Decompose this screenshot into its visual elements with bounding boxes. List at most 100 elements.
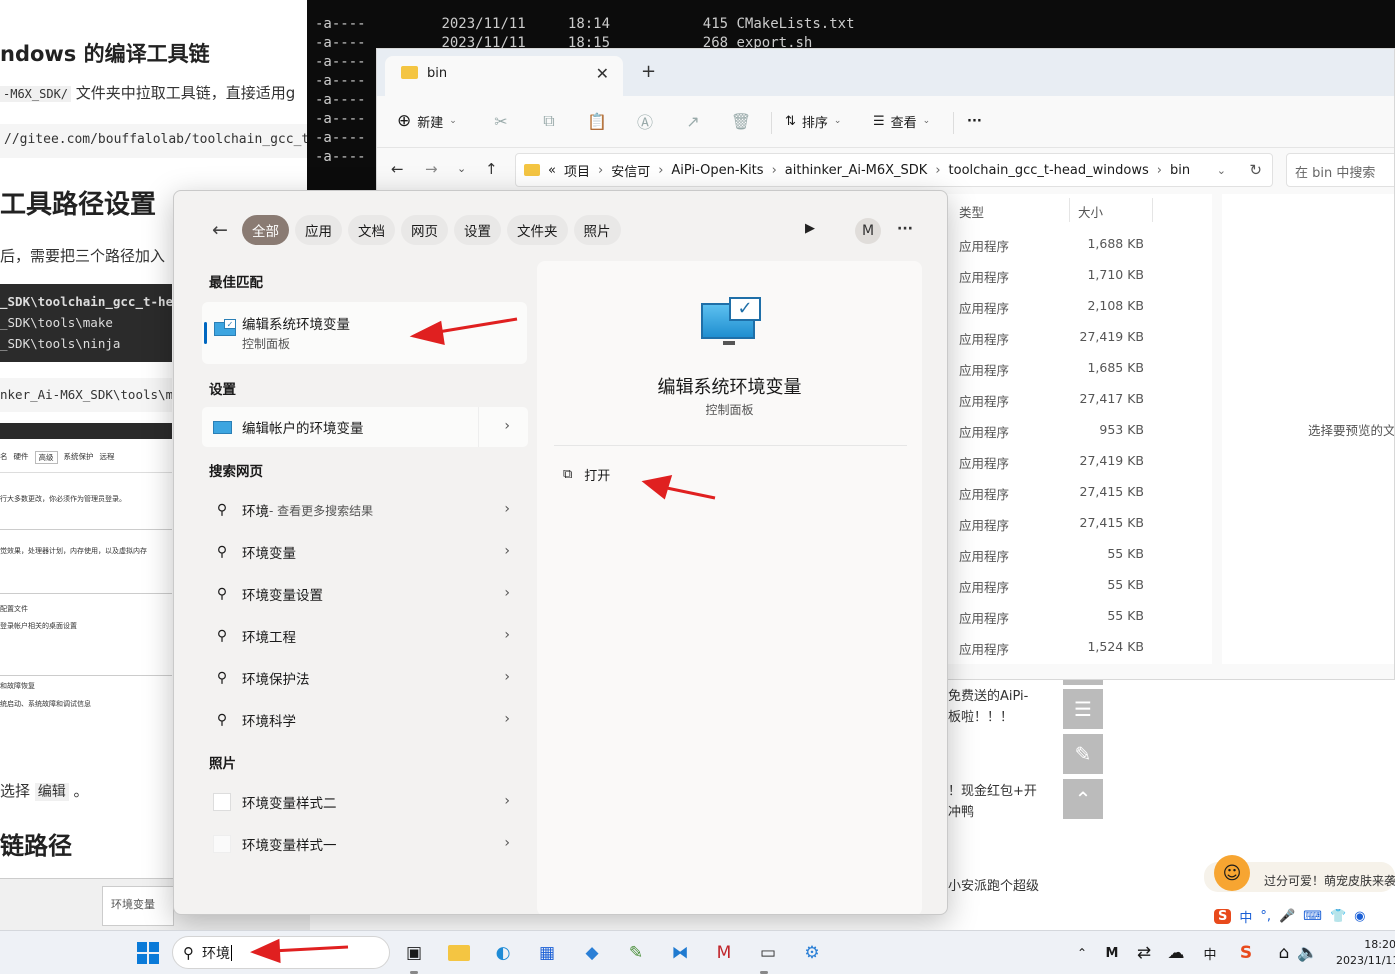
web-search-result[interactable]: ⚲ 环境变量 ›: [202, 532, 528, 572]
terminal-icon[interactable]: ▭: [754, 939, 782, 967]
ime-indicator[interactable]: 中: [1196, 939, 1224, 967]
file-row[interactable]: 应用程序 27,415 KB: [947, 477, 1212, 508]
chevron-right-icon[interactable]: ›: [504, 793, 510, 809]
file-row[interactable]: 应用程序 1,685 KB: [947, 353, 1212, 384]
chevron-down-icon[interactable]: ⌄: [1217, 164, 1226, 177]
breadcrumb-item[interactable]: 安信可: [611, 161, 650, 180]
vscode-icon[interactable]: ⧓: [666, 939, 694, 967]
breadcrumb-item[interactable]: toolchain_gcc_t-head_windows: [949, 163, 1149, 178]
breadcrumb-item[interactable]: bin: [1170, 163, 1190, 178]
tray-sync-icon[interactable]: ⇄: [1130, 939, 1158, 967]
sun-mascot-icon[interactable]: ☺: [1214, 855, 1250, 891]
app-m-icon[interactable]: M: [710, 939, 738, 967]
chevron-right-icon[interactable]: ›: [504, 835, 510, 851]
edge-icon[interactable]: ◐: [489, 939, 517, 967]
back-icon[interactable]: ←: [391, 160, 404, 178]
edit-icon[interactable]: ✎: [1063, 734, 1103, 774]
file-row[interactable]: 应用程序 27,415 KB: [947, 508, 1212, 539]
play-icon[interactable]: ▶: [805, 221, 815, 236]
sort-button[interactable]: ⇅ 排序 ⌄: [785, 106, 841, 136]
chevron-right-icon[interactable]: ›: [504, 627, 510, 643]
chevron-up-icon[interactable]: ⌃: [1068, 939, 1096, 967]
filter-documents[interactable]: 文档: [348, 215, 395, 245]
up-icon[interactable]: ↑: [485, 160, 498, 178]
file-row[interactable]: 应用程序 55 KB: [947, 570, 1212, 601]
filter-photos[interactable]: 照片: [573, 215, 621, 245]
filter-settings[interactable]: 设置: [454, 215, 501, 245]
delete-icon[interactable]: 🗑: [730, 110, 752, 132]
filter-web[interactable]: 网页: [401, 215, 448, 245]
volume-icon[interactable]: 🔈: [1294, 939, 1322, 967]
file-row[interactable]: 应用程序 1,688 KB: [947, 229, 1212, 260]
microphone-icon[interactable]: 🎤: [1279, 909, 1295, 924]
file-row[interactable]: 应用程序 27,419 KB: [947, 322, 1212, 353]
file-list[interactable]: 类型 大小 应用程序 1,688 KB 应用程序 1,710 KB 应用程序 2,108 …: [947, 194, 1212, 664]
more-options-button[interactable]: ···: [967, 106, 982, 136]
more-options-icon[interactable]: ···: [897, 221, 913, 237]
file-row[interactable]: 应用程序 55 KB: [947, 601, 1212, 632]
breadcrumb-item[interactable]: AiPi-Open-Kits: [671, 163, 763, 178]
article-link[interactable]: 小安派跑个超级: [948, 875, 1039, 894]
breadcrumb-item[interactable]: «: [548, 163, 556, 178]
web-search-result[interactable]: ⚲ 环境 - 查看更多搜索结果 ›: [202, 490, 528, 530]
open-action[interactable]: ⧉ 打开: [563, 465, 610, 484]
breadcrumb-item[interactable]: 项目: [564, 161, 590, 180]
file-row[interactable]: 应用程序 55 KB: [947, 539, 1212, 570]
photo-result[interactable]: 环境变量样式二 ›: [202, 782, 528, 822]
onedrive-icon[interactable]: ☁: [1162, 939, 1190, 967]
copy-icon[interactable]: ⧉: [538, 110, 560, 132]
settings-icon[interactable]: ⚙: [798, 939, 826, 967]
close-icon[interactable]: ✕: [596, 64, 609, 83]
ime-toolbar[interactable]: S 中 °, 🎤 ⌨ 👕 ◉: [1212, 902, 1395, 930]
file-row[interactable]: 应用程序 1,524 KB: [947, 632, 1212, 663]
chevron-right-icon[interactable]: ›: [504, 418, 510, 434]
chevron-right-icon[interactable]: ›: [504, 711, 510, 727]
start-search-panel[interactable]: ← 全部 应用 文档 网页 设置 文件夹 照片 ▶ M ··· 最佳匹配 ✓ 编…: [173, 190, 948, 915]
file-row[interactable]: 应用程序 2,108 KB: [947, 291, 1212, 322]
file-row[interactable]: 应用程序 953 KB: [947, 415, 1212, 446]
skin-icon[interactable]: 👕: [1330, 909, 1346, 924]
back-arrow-icon[interactable]: ←: [212, 219, 228, 241]
refresh-icon[interactable]: ↻: [1249, 161, 1262, 179]
chevron-right-icon[interactable]: ›: [504, 585, 510, 601]
breadcrumb-item[interactable]: aithinker_Ai-M6X_SDK: [785, 163, 928, 178]
chevron-right-icon[interactable]: ›: [504, 669, 510, 685]
tray-app-icon[interactable]: M: [1098, 939, 1126, 967]
settings-result[interactable]: 编辑帐户的环境变量 ›: [202, 407, 528, 447]
ime-mode[interactable]: 中: [1239, 907, 1252, 926]
article-link[interactable]: 免费送的AiPi-: [948, 685, 1028, 704]
punctuation-icon[interactable]: °,: [1260, 909, 1271, 924]
view-button[interactable]: ☰ 查看 ⌄: [873, 106, 930, 136]
column-header-type[interactable]: 类型: [959, 202, 984, 221]
file-row[interactable]: 应用程序 27,417 KB: [947, 384, 1212, 415]
share-icon[interactable]: ↗: [682, 110, 704, 132]
sidebar-tool-button[interactable]: [1063, 680, 1103, 685]
file-row[interactable]: 应用程序 1,710 KB: [947, 260, 1212, 291]
new-button[interactable]: ⊕ 新建 ⌄: [397, 106, 457, 136]
paste-icon[interactable]: 📋: [586, 110, 608, 132]
ime-promo-text[interactable]: 过分可爱！萌宠皮肤来袭: [1264, 872, 1395, 889]
store-icon[interactable]: ▦: [533, 939, 561, 967]
web-search-result[interactable]: ⚲ 环境保护法 ›: [202, 658, 528, 698]
filter-all[interactable]: 全部: [242, 215, 289, 245]
best-match-result[interactable]: ✓ 编辑系统环境变量 控制面板: [202, 302, 527, 364]
address-bar[interactable]: « 项目 › 安信可 › AiPi-Open-Kits › aithinker_Ai-…: [515, 153, 1273, 187]
file-explorer-icon[interactable]: [445, 939, 473, 967]
explorer-tab[interactable]: bin ✕: [385, 56, 623, 96]
sogou-icon[interactable]: S: [1214, 908, 1232, 924]
rename-icon[interactable]: Ⓐ: [634, 110, 656, 132]
chevron-right-icon[interactable]: ›: [504, 543, 510, 559]
avatar[interactable]: M: [855, 218, 881, 244]
web-search-result[interactable]: ⚲ 环境科学 ›: [202, 700, 528, 740]
task-view-icon[interactable]: ▣: [400, 939, 428, 967]
cut-icon[interactable]: ✂: [490, 110, 512, 132]
notepad-icon[interactable]: ✎: [622, 939, 650, 967]
taskbar-search-input[interactable]: ⚲ 环境: [172, 936, 390, 969]
gamepad-icon[interactable]: ◉: [1354, 909, 1365, 924]
clock[interactable]: 18:20 2023/11/11: [1336, 937, 1395, 969]
chevron-down-icon[interactable]: ⌄: [457, 162, 466, 175]
web-search-result[interactable]: ⚲ 环境工程 ›: [202, 616, 528, 656]
article-url[interactable]: //gitee.com/bouffalolab/toolchain_gcc_t-…: [0, 124, 310, 158]
filter-apps[interactable]: 应用: [295, 215, 342, 245]
back-to-top-icon[interactable]: ⌃: [1063, 779, 1103, 819]
